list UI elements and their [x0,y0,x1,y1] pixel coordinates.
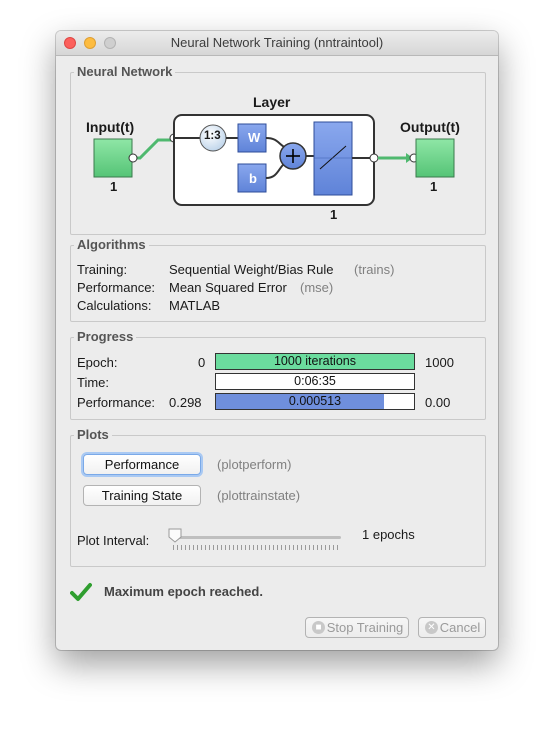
plot-interval-slider-thumb[interactable] [168,528,182,543]
weight-label: W [248,130,261,145]
stop-icon: ■ [312,621,325,634]
calculations-label: Calculations: [77,298,152,313]
epoch-end: 1000 [425,355,454,370]
progress-section-title: Progress [74,329,137,345]
status-message: Maximum epoch reached. [104,584,263,599]
algorithms-section-title: Algorithms [74,237,149,253]
performance-label: Performance: [77,280,156,295]
performance-start: 0.298 [169,395,202,410]
epoch-start: 0 [198,355,206,370]
performance-end: 0.00 [425,395,451,410]
titlebar: Neural Network Training (nntraintool) [56,31,498,56]
layer-output-port [369,153,379,163]
delay-label: 1:3 [204,130,221,142]
plot-interval-slider[interactable] [173,536,341,539]
plots-section-title: Plots [74,427,112,443]
cancel-label: Cancel [439,620,481,635]
plot-interval-ticks [173,545,341,550]
training-label: Training: [77,262,128,277]
bias-label: b [249,171,257,186]
transfer-function-block [313,121,353,196]
stop-training-button[interactable]: ■ Stop Training [305,617,409,638]
nntraintool-window: Neural Network Training (nntraintool) Ne… [56,31,498,650]
plot-interval-label: Plot Interval: [77,533,150,548]
time-text: 0:06:35 [294,374,336,388]
input-block [93,138,133,178]
plot-interval-value: 1 epochs [362,527,415,542]
cancel-icon: ✕ [425,621,438,634]
plot-performance-button[interactable]: Performance [83,454,201,475]
layer-label: Layer [253,94,291,110]
output-block [415,138,455,178]
performance-value: Mean Squared Error [169,280,287,295]
training-value: Sequential Weight/Bias Rule [169,262,334,277]
performance-progress-label: Performance: [77,395,156,410]
performance-progress-bar: 0.000513 [215,393,415,410]
input-connector [133,138,174,160]
window-title: Neural Network Training (nntraintool) [170,35,384,50]
calculations-value: MATLAB [169,298,221,313]
stop-training-label: Stop Training [326,620,404,635]
plot-performance-func: (plotperform) [217,457,292,472]
cancel-button[interactable]: ✕ Cancel [418,617,486,638]
input-size: 1 [110,179,118,194]
training-func: (trains) [354,262,395,277]
time-bar: 0:06:35 [215,373,415,390]
input-label: Input(t) [86,119,135,135]
epoch-progress-text: 1000 iterations [273,354,356,368]
output-label: Output(t) [400,119,460,135]
performance-progress-text: 0.000513 [288,394,342,408]
performance-func: (mse) [300,280,334,295]
time-label: Time: [77,375,110,390]
layer-size: 1 [330,207,338,222]
output-size: 1 [430,179,438,194]
epoch-progress-bar: 1000 iterations [215,353,415,370]
input-port [128,153,138,163]
checkmark-icon [70,583,92,601]
epoch-label: Epoch: [77,355,118,370]
plot-training-state-button[interactable]: Training State [83,485,201,506]
plot-training-state-func: (plottrainstate) [217,488,301,503]
